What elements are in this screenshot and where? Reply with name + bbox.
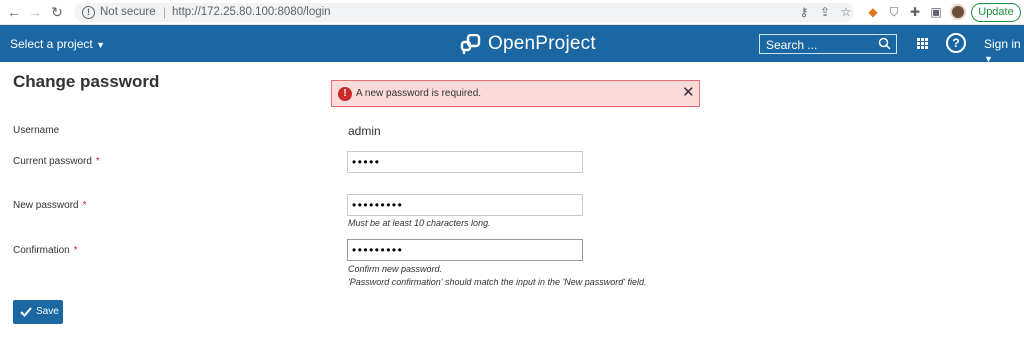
- confirmation-label-text: Confirmation: [13, 245, 70, 256]
- reload-icon[interactable]: ↻: [49, 4, 65, 20]
- caret-down-icon: ▼: [984, 54, 993, 64]
- current-password-label-text: Current password: [13, 156, 92, 167]
- security-label: Not secure: [100, 6, 156, 18]
- app-header: Select a project ▼ OpenProject Search ..…: [0, 25, 1024, 65]
- sign-in-label: Sign in: [984, 37, 1021, 51]
- new-password-field[interactable]: •••••••••: [347, 194, 583, 216]
- required-marker: *: [73, 245, 78, 256]
- logo-text: OpenProject: [488, 33, 596, 54]
- help-icon[interactable]: ?: [946, 33, 966, 53]
- flash-text: A new password is required.: [356, 88, 482, 99]
- username-value: admin: [348, 124, 381, 138]
- url-text[interactable]: http://172.25.80.100:8080/login: [172, 6, 331, 18]
- browser-toolbar: ← → ↻ ! Not secure | http://172.25.80.10…: [0, 0, 1024, 25]
- current-password-field[interactable]: •••••: [347, 151, 583, 173]
- current-password-label: Current password *: [13, 156, 100, 167]
- new-password-hint: Must be at least 10 characters long.: [348, 218, 491, 228]
- confirmation-hint: Confirm new password.: [348, 264, 443, 274]
- required-marker: *: [82, 200, 87, 211]
- new-password-label-text: New password: [13, 200, 79, 211]
- save-label: Save: [36, 306, 59, 317]
- page-title: Change password: [13, 72, 160, 91]
- confirmation-match-hint: 'Password confirmation' should match the…: [348, 277, 647, 287]
- sign-in-menu[interactable]: Sign in ▼: [984, 37, 1024, 65]
- warning-icon: !: [82, 6, 95, 19]
- new-password-label: New password *: [13, 200, 87, 211]
- username-label: Username: [13, 125, 60, 136]
- update-button[interactable]: Update: [971, 3, 1021, 22]
- openproject-logo[interactable]: OpenProject: [460, 31, 596, 57]
- confirmation-password-field[interactable]: •••••••••: [347, 239, 583, 261]
- back-arrow-icon[interactable]: ←: [6, 4, 22, 20]
- project-select-menu[interactable]: Select a project ▼: [10, 37, 105, 51]
- close-icon[interactable]: ✕: [682, 85, 695, 101]
- search-input[interactable]: Search ...: [759, 34, 897, 54]
- confirmation-label: Confirmation *: [13, 245, 78, 256]
- search-placeholder: Search ...: [766, 38, 818, 52]
- metamask-icon[interactable]: ◆: [866, 5, 880, 19]
- star-icon[interactable]: ☆: [839, 5, 853, 19]
- checkmark-icon: [20, 307, 32, 317]
- save-button[interactable]: Save: [13, 300, 63, 324]
- share-icon[interactable]: ⇪: [818, 5, 832, 19]
- required-marker: *: [95, 156, 100, 167]
- modules-grid-icon[interactable]: [917, 38, 928, 49]
- key-icon[interactable]: ⚷: [797, 5, 811, 19]
- error-flash-message: ! A new password is required. ✕: [331, 80, 700, 107]
- extensions-icon[interactable]: ✚: [908, 5, 922, 19]
- sidepanel-icon[interactable]: ▣: [929, 5, 943, 19]
- caret-down-icon: ▼: [96, 40, 105, 50]
- profile-avatar[interactable]: [950, 4, 966, 20]
- error-icon: !: [338, 87, 352, 101]
- address-bar[interactable]: ! Not secure | http://172.25.80.100:8080…: [74, 3, 854, 22]
- forward-arrow-icon[interactable]: →: [27, 4, 43, 20]
- search-icon[interactable]: [878, 37, 891, 50]
- address-separator: |: [163, 5, 167, 19]
- project-menu-label: Select a project: [10, 37, 93, 51]
- logo-icon: [460, 34, 481, 54]
- shield-icon[interactable]: ⛉: [887, 5, 901, 19]
